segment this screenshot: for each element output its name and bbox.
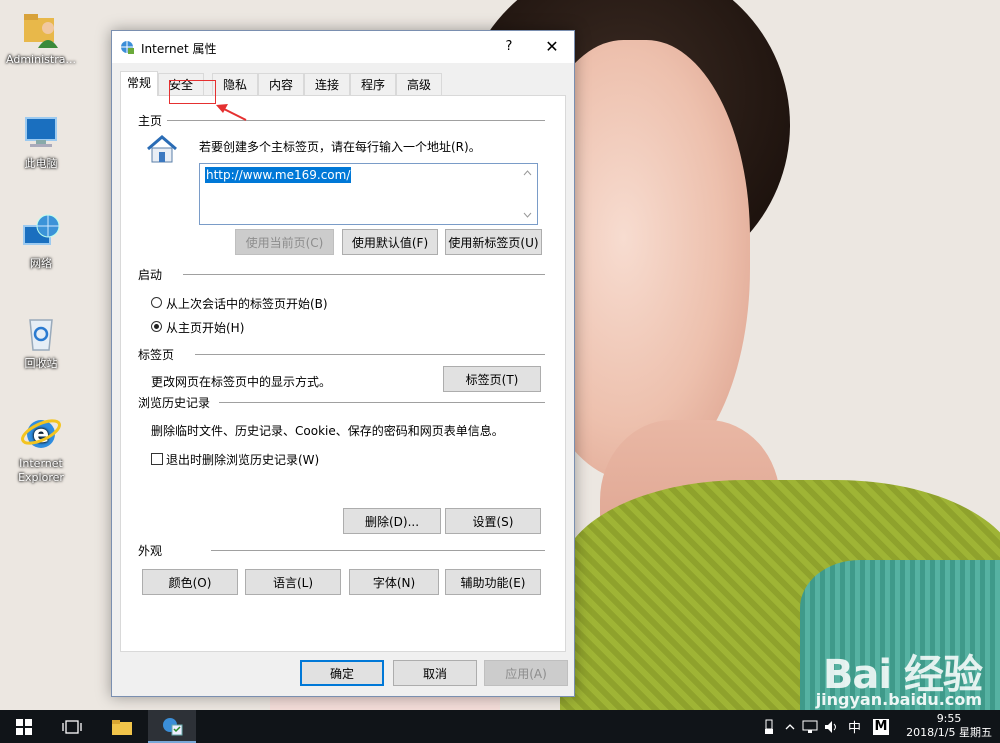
annotation-highlight-box bbox=[169, 80, 216, 104]
ime-mode-indicator[interactable]: M bbox=[873, 718, 890, 735]
languages-button[interactable]: 语言(L) bbox=[245, 569, 341, 595]
tabs-description: 更改网页在标签页中的显示方式。 bbox=[151, 375, 332, 389]
start-button[interactable] bbox=[0, 710, 48, 743]
desktop-icon-label: 此电脑 bbox=[24, 157, 58, 170]
dialog-title: Internet 属性 bbox=[141, 42, 217, 56]
history-settings-button[interactable]: 设置(S) bbox=[445, 508, 541, 534]
delete-history-button[interactable]: 删除(D)... bbox=[343, 508, 441, 534]
tab-general[interactable]: 常规 bbox=[120, 71, 158, 96]
home-page-url-value: http://www.me169.com/ bbox=[205, 167, 352, 183]
recycle-bin-icon bbox=[29, 319, 53, 351]
delete-history-on-exit-label[interactable]: 退出时删除浏览历史记录(W) bbox=[166, 451, 319, 468]
appearance-heading: 外观 bbox=[138, 544, 163, 558]
accessibility-button[interactable]: 辅助功能(E) bbox=[445, 569, 541, 595]
taskbar: 中 M 9:55 2018/1/5 星期五 bbox=[0, 710, 1000, 743]
tabs-divider bbox=[195, 354, 545, 355]
tab-content[interactable]: 内容 bbox=[258, 73, 304, 95]
internet-properties-dialog: Internet 属性 ? ✕ 常规 安全 隐私 内容 连接 程序 高级 主页 … bbox=[111, 30, 575, 697]
ok-button[interactable]: 确定 bbox=[300, 660, 384, 686]
radio-home-page[interactable] bbox=[151, 321, 162, 332]
radio-last-session[interactable] bbox=[151, 297, 162, 308]
tab-advanced[interactable]: 高级 bbox=[396, 73, 442, 95]
colors-button[interactable]: 颜色(O) bbox=[142, 569, 238, 595]
home-page-url-textarea[interactable]: http://www.me169.com/ bbox=[199, 163, 538, 225]
internet-options-icon bbox=[163, 717, 183, 735]
desktop-icon-label: Internet bbox=[19, 457, 63, 470]
desktop-icon-this-pc[interactable]: 此电脑 bbox=[2, 112, 80, 171]
folder-icon bbox=[112, 719, 132, 735]
desktop-icon-label: Administra... bbox=[6, 53, 76, 66]
startup-divider bbox=[183, 274, 545, 275]
tab-connections[interactable]: 连接 bbox=[304, 73, 350, 95]
tabs-heading: 标签页 bbox=[138, 348, 175, 362]
internet-options-taskbar-button[interactable] bbox=[148, 710, 196, 743]
cancel-button[interactable]: 取消 bbox=[393, 660, 477, 686]
startup-heading: 启动 bbox=[138, 268, 163, 282]
apply-button[interactable]: 应用(A) bbox=[484, 660, 568, 686]
usb-icon[interactable] bbox=[762, 719, 776, 735]
watermark-url: jingyan.baidu.com bbox=[815, 690, 982, 709]
textarea-scrollbar[interactable] bbox=[519, 165, 536, 223]
browsing-history-heading: 浏览历史记录 bbox=[138, 396, 211, 410]
home-icon bbox=[147, 135, 177, 163]
tab-privacy[interactable]: 隐私 bbox=[212, 73, 258, 95]
general-tab-panel: 主页 若要创建多个主标签页，请在每行输入一个地址(R)。 http://www.… bbox=[120, 95, 566, 652]
dialog-titlebar[interactable]: Internet 属性 ? ✕ bbox=[112, 31, 574, 63]
browsing-history-description: 删除临时文件、历史记录、Cookie、保存的密码和网页表单信息。 bbox=[151, 424, 504, 438]
computer-icon bbox=[25, 117, 57, 147]
task-view-icon bbox=[62, 719, 82, 734]
radio-last-session-label[interactable]: 从上次会话中的标签页开始(B) bbox=[166, 295, 328, 312]
use-default-button[interactable]: 使用默认值(F) bbox=[342, 229, 438, 255]
desktop-icon-recycle-bin[interactable]: 回收站 bbox=[2, 312, 80, 371]
task-view-button[interactable] bbox=[48, 710, 96, 743]
delete-history-on-exit-checkbox[interactable] bbox=[151, 453, 163, 465]
chevron-up-icon[interactable] bbox=[784, 721, 796, 733]
use-new-tab-button[interactable]: 使用新标签页(U) bbox=[445, 229, 542, 255]
use-current-button[interactable]: 使用当前页(C) bbox=[235, 229, 334, 255]
desktop-icon-label-line2: Explorer bbox=[18, 471, 64, 484]
tab-programs[interactable]: 程序 bbox=[350, 73, 396, 95]
desktop-icon-administrator[interactable]: Administra... bbox=[2, 8, 80, 67]
appearance-divider bbox=[211, 550, 545, 551]
annotation-arrow-icon bbox=[216, 104, 247, 121]
network-status-icon[interactable] bbox=[802, 720, 818, 734]
network-globe-icon bbox=[23, 214, 60, 245]
clock-time: 9:55 bbox=[936, 712, 962, 725]
desktop-icon-network[interactable]: 网络 bbox=[2, 212, 80, 271]
fonts-button[interactable]: 字体(N) bbox=[349, 569, 439, 595]
radio-home-page-label[interactable]: 从主页开始(H) bbox=[166, 319, 244, 336]
home-page-instruction: 若要创建多个主标签页，请在每行输入一个地址(R)。 bbox=[199, 140, 481, 154]
windows-logo-icon bbox=[16, 718, 32, 735]
volume-icon[interactable] bbox=[824, 720, 840, 734]
desktop-icon-internet-explorer[interactable]: e Internet Explorer bbox=[2, 412, 80, 485]
internet-options-icon bbox=[121, 41, 134, 54]
desktop-icon-label: 回收站 bbox=[24, 357, 58, 370]
help-button[interactable]: ? bbox=[492, 34, 526, 60]
system-tray: 中 M bbox=[762, 710, 890, 743]
tabs-settings-button[interactable]: 标签页(T) bbox=[443, 366, 541, 392]
internet-explorer-icon: e bbox=[21, 419, 61, 448]
file-explorer-button[interactable] bbox=[98, 710, 146, 743]
ime-language-indicator[interactable]: 中 bbox=[848, 717, 861, 736]
clock-date: 2018/1/5 星期五 bbox=[906, 726, 992, 739]
browsing-history-divider bbox=[219, 402, 545, 403]
desktop-icon-label: 网络 bbox=[30, 257, 52, 270]
close-button[interactable]: ✕ bbox=[532, 34, 572, 60]
home-page-heading: 主页 bbox=[138, 114, 163, 128]
user-folder-icon bbox=[24, 14, 58, 48]
taskbar-clock[interactable]: 9:55 2018/1/5 星期五 bbox=[906, 712, 992, 740]
